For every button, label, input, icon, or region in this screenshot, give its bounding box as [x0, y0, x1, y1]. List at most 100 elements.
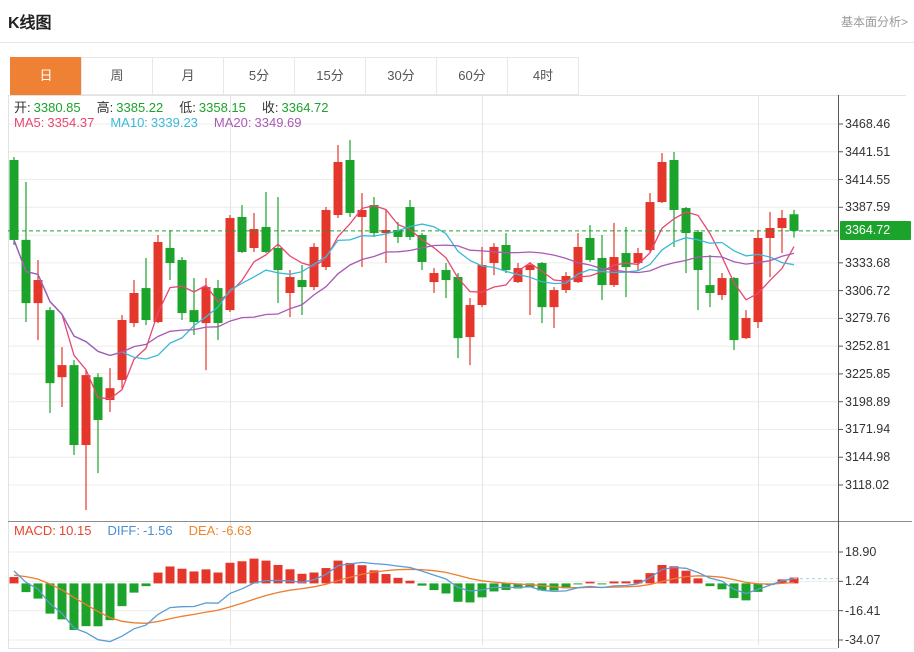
ohlc-open: 开:3380.85 — [14, 100, 81, 115]
macd-histogram-bar — [130, 583, 139, 592]
candle-body — [286, 277, 295, 293]
candle-body — [646, 202, 655, 250]
candle-body — [670, 160, 679, 210]
ohlc-open-value: 3380.85 — [34, 100, 81, 115]
macd-histogram-bar — [406, 581, 415, 584]
price-tick-label: 3252.81 — [845, 339, 913, 353]
macd-macd-value: 10.15 — [59, 523, 92, 538]
candle-body — [214, 288, 223, 323]
candle-body — [658, 162, 667, 202]
ohlc-low-label: 低: — [179, 100, 196, 115]
ohlc-high-label: 高: — [97, 100, 114, 115]
price-tick-label: 3225.85 — [845, 367, 913, 381]
macd-histogram-bar — [238, 561, 247, 583]
candle-body — [790, 214, 799, 231]
macd-histogram-bar — [250, 559, 259, 584]
macd-histogram-bar — [94, 583, 103, 626]
ma-ma5: MA5:3354.37 — [14, 115, 94, 130]
macd-histogram-bar — [454, 583, 463, 601]
ma-ma10-label: MA10: — [110, 115, 148, 130]
price-tick-label: 3144.98 — [845, 450, 913, 464]
candle-body — [334, 162, 343, 215]
macd-histogram-bar — [694, 578, 703, 583]
macd-histogram-bar — [166, 566, 175, 583]
candle-body — [430, 273, 439, 282]
candle-body — [250, 229, 259, 248]
macd-dea-label: DEA: — [189, 523, 219, 538]
macd-tick-label: 18.90 — [845, 545, 913, 559]
ohlc-low-value: 3358.15 — [199, 100, 246, 115]
macd-layer — [10, 559, 799, 642]
candle-body — [478, 265, 487, 305]
macd-tick-label: -34.07 — [845, 633, 913, 647]
ohlc-high-value: 3385.22 — [116, 100, 163, 115]
candle-body — [166, 248, 175, 263]
macd-legend: MACD:10.15 DIFF:-1.56 DEA:-6.63 — [14, 523, 268, 538]
candle-body — [34, 280, 43, 303]
candle-body — [766, 228, 775, 238]
macd-histogram-bar — [670, 566, 679, 583]
candle-body — [490, 247, 499, 263]
price-tick-label: 3198.89 — [845, 395, 913, 409]
ma-ma10: MA10:3339.23 — [110, 115, 198, 130]
ohlc-open-label: 开: — [14, 100, 31, 115]
candle-body — [46, 310, 55, 383]
candle-body — [706, 285, 715, 293]
macd-histogram-bar — [598, 583, 607, 584]
candle-body — [298, 280, 307, 287]
candle-body — [502, 245, 511, 270]
ohlc-close-label: 收: — [262, 100, 279, 115]
candle-body — [778, 218, 787, 228]
price-tick-label: 3414.55 — [845, 173, 913, 187]
macd-histogram-bar — [10, 577, 19, 583]
candle-body — [202, 287, 211, 323]
macd-diff-label: DIFF: — [107, 523, 140, 538]
macd-histogram-bar — [586, 582, 595, 584]
candle-body — [190, 310, 199, 322]
ma-ma20-label: MA20: — [214, 115, 252, 130]
macd-histogram-bar — [574, 583, 583, 584]
price-tick-label: 3118.02 — [845, 478, 913, 492]
ohlc-close: 收:3364.72 — [262, 100, 329, 115]
candle-body — [58, 365, 67, 377]
macd-histogram-bar — [178, 569, 187, 584]
candle-body — [754, 238, 763, 322]
macd-macd-label: MACD: — [14, 523, 56, 538]
candle-body — [142, 288, 151, 320]
ohlc-low: 低:3358.15 — [179, 100, 246, 115]
ma-ma20-value: 3349.69 — [255, 115, 302, 130]
macd-histogram-bar — [346, 563, 355, 583]
ma-ma10-value: 3339.23 — [151, 115, 198, 130]
candles-layer — [10, 140, 799, 510]
macd-histogram-bar — [34, 583, 43, 598]
macd-histogram-bar — [706, 583, 715, 586]
macd-histogram-bar — [418, 583, 427, 585]
macd-histogram-bar — [106, 583, 115, 620]
price-tick-label: 3306.72 — [845, 284, 913, 298]
macd-histogram-bar — [226, 563, 235, 584]
macd-histogram-bar — [118, 583, 127, 606]
candle-body — [238, 217, 247, 252]
macd-dea-value: -6.63 — [222, 523, 252, 538]
kline-module: K线图 基本面分析> 日周月5分15分30分60分4时 开:3380.85高:3… — [0, 0, 914, 652]
macd-histogram-bar — [382, 574, 391, 583]
candle-body — [586, 238, 595, 260]
macd-histogram-bar — [46, 583, 55, 613]
macd-tick-label: 1.24 — [845, 574, 913, 588]
macd-histogram-bar — [610, 582, 619, 584]
price-tick-label: 3387.59 — [845, 200, 913, 214]
price-tick-label: 3468.46 — [845, 117, 913, 131]
ma-legend: MA5:3354.37 MA10:3339.23 MA20:3349.69 — [14, 115, 318, 130]
candle-body — [622, 253, 631, 267]
candle-body — [370, 205, 379, 233]
ma-ma5-value: 3354.37 — [47, 115, 94, 130]
macd-histogram-bar — [202, 569, 211, 583]
ma-ma5-label: MA5: — [14, 115, 44, 130]
candle-body — [718, 278, 727, 295]
candle-body — [154, 242, 163, 322]
candle-body — [442, 270, 451, 280]
candle-body — [226, 218, 235, 310]
macd-diff-value: -1.56 — [143, 523, 173, 538]
ohlc-close-value: 3364.72 — [282, 100, 329, 115]
macd-macd: MACD:10.15 — [14, 523, 91, 538]
